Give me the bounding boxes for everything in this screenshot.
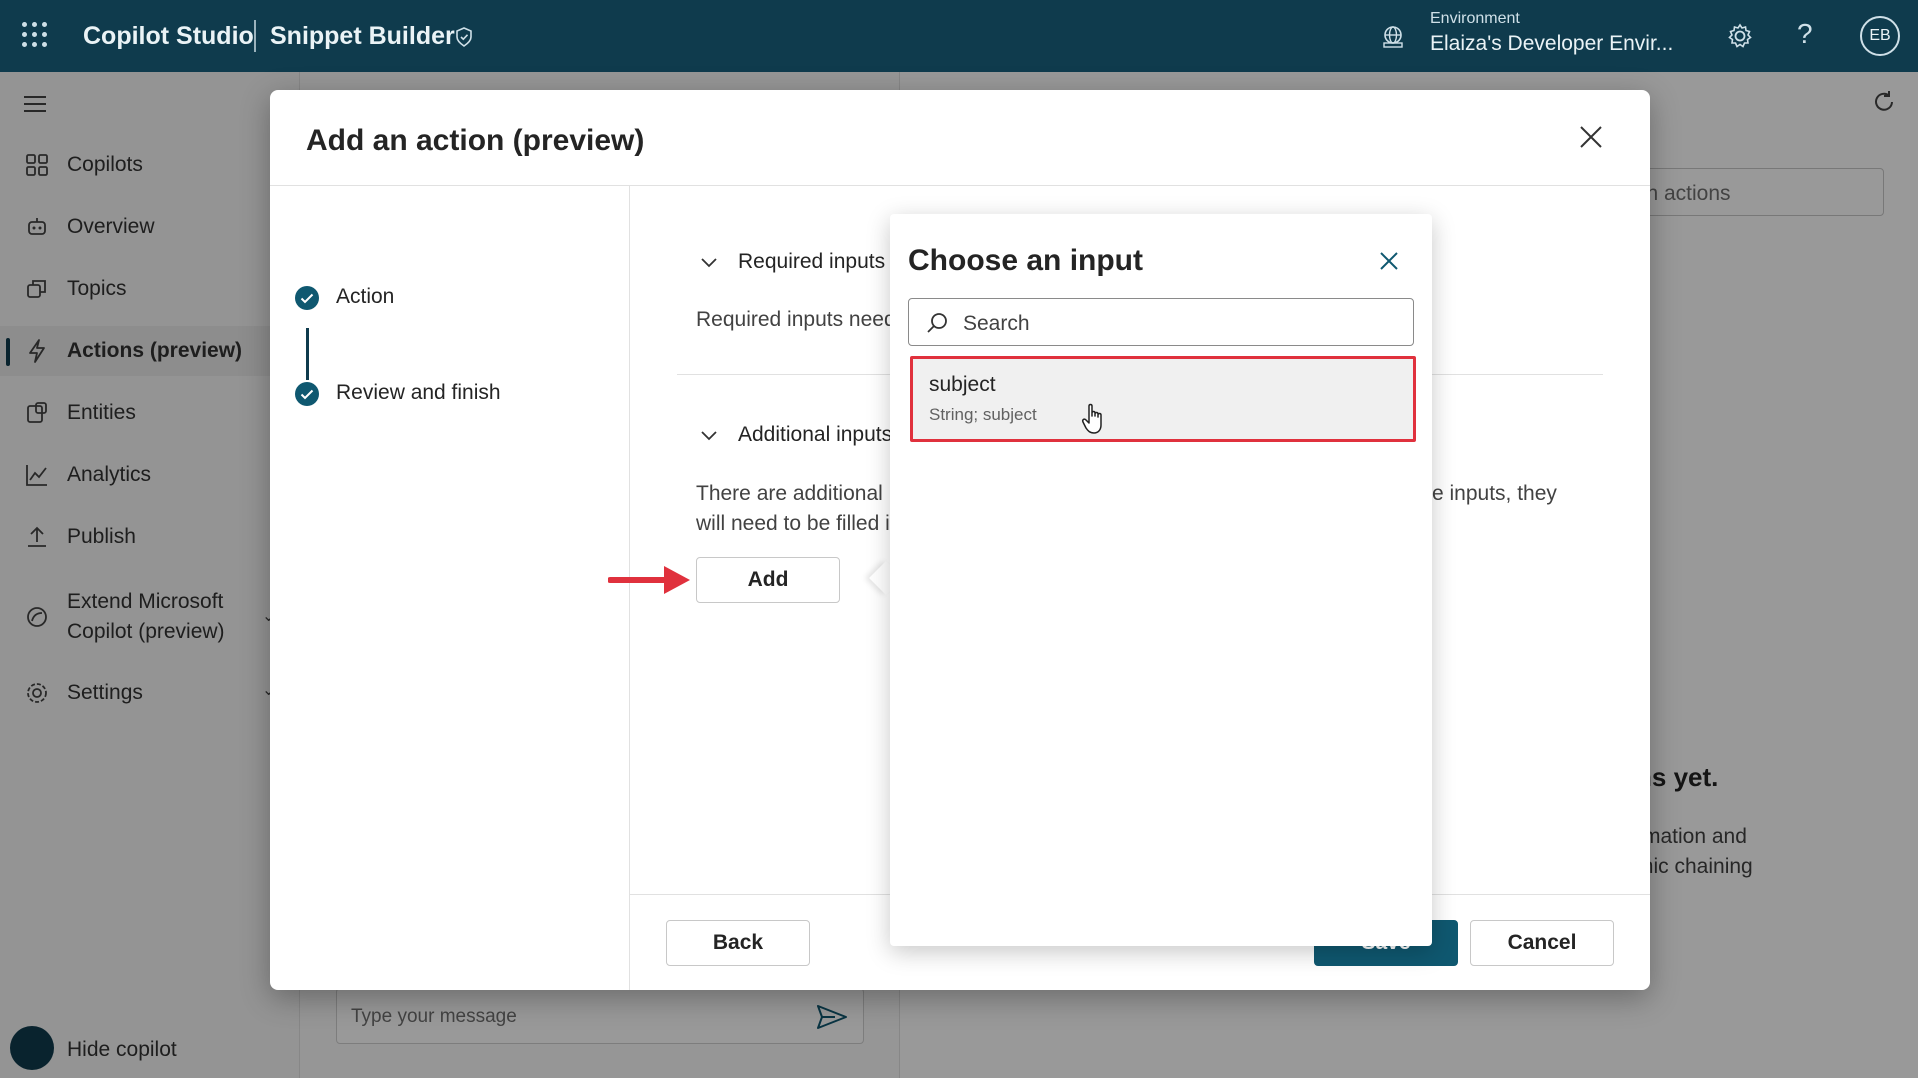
settings-gear-icon[interactable] [1726, 22, 1754, 50]
back-button[interactable]: Back [666, 920, 810, 966]
search-input[interactable]: Search [908, 298, 1414, 346]
environment-value[interactable]: Elaiza's Developer Envir... [1430, 32, 1673, 56]
app-title[interactable]: Copilot Studio [83, 22, 254, 51]
avatar[interactable]: EB [1860, 16, 1900, 56]
chevron-down-icon [701, 258, 717, 268]
copilot-name[interactable]: Snippet Builder [270, 22, 455, 51]
section-title: Required inputs [738, 250, 886, 273]
additional-inputs-text-tail: e inputs, they [1432, 482, 1557, 505]
top-bar: Copilot Studio Snippet Builder Environme… [0, 0, 1918, 72]
required-inputs-text: Required inputs need [696, 308, 896, 331]
choose-input-popover: Choose an input Search subject String; s… [890, 214, 1432, 946]
environment-icon[interactable] [1380, 24, 1406, 50]
red-arrow-annotation-icon [608, 566, 690, 594]
cancel-button[interactable]: Cancel [1470, 920, 1614, 966]
hand-cursor-icon [1082, 403, 1102, 434]
dialog-title: Add an action (preview) [306, 124, 645, 157]
input-option-subject[interactable]: subject String; subject [910, 356, 1416, 442]
divider [270, 185, 1650, 186]
shield-icon [456, 27, 472, 47]
check-circle-icon [295, 286, 319, 310]
close-icon[interactable] [1578, 124, 1604, 150]
additional-inputs-text: will need to be filled i [696, 512, 890, 535]
close-icon[interactable] [1378, 250, 1400, 272]
popover-title: Choose an input [908, 244, 1143, 277]
chevron-down-icon [701, 431, 717, 441]
step-label: Action [336, 285, 395, 308]
search-placeholder: Search [963, 312, 1030, 335]
input-option-type: String; subject [929, 405, 1037, 424]
environment-label: Environment [1430, 10, 1520, 27]
title-separator [254, 20, 256, 52]
additional-inputs-text: There are additional i [696, 482, 894, 505]
section-title: Additional inputs [738, 423, 893, 446]
app-launcher-icon[interactable] [22, 22, 48, 48]
step-label: Review and finish [336, 381, 501, 404]
help-icon[interactable]: ? [1797, 18, 1813, 50]
search-icon [927, 313, 947, 333]
add-input-button[interactable]: Add [696, 557, 840, 603]
check-circle-icon [295, 382, 319, 406]
input-option-name: subject [929, 373, 996, 396]
step-connector [306, 328, 309, 380]
